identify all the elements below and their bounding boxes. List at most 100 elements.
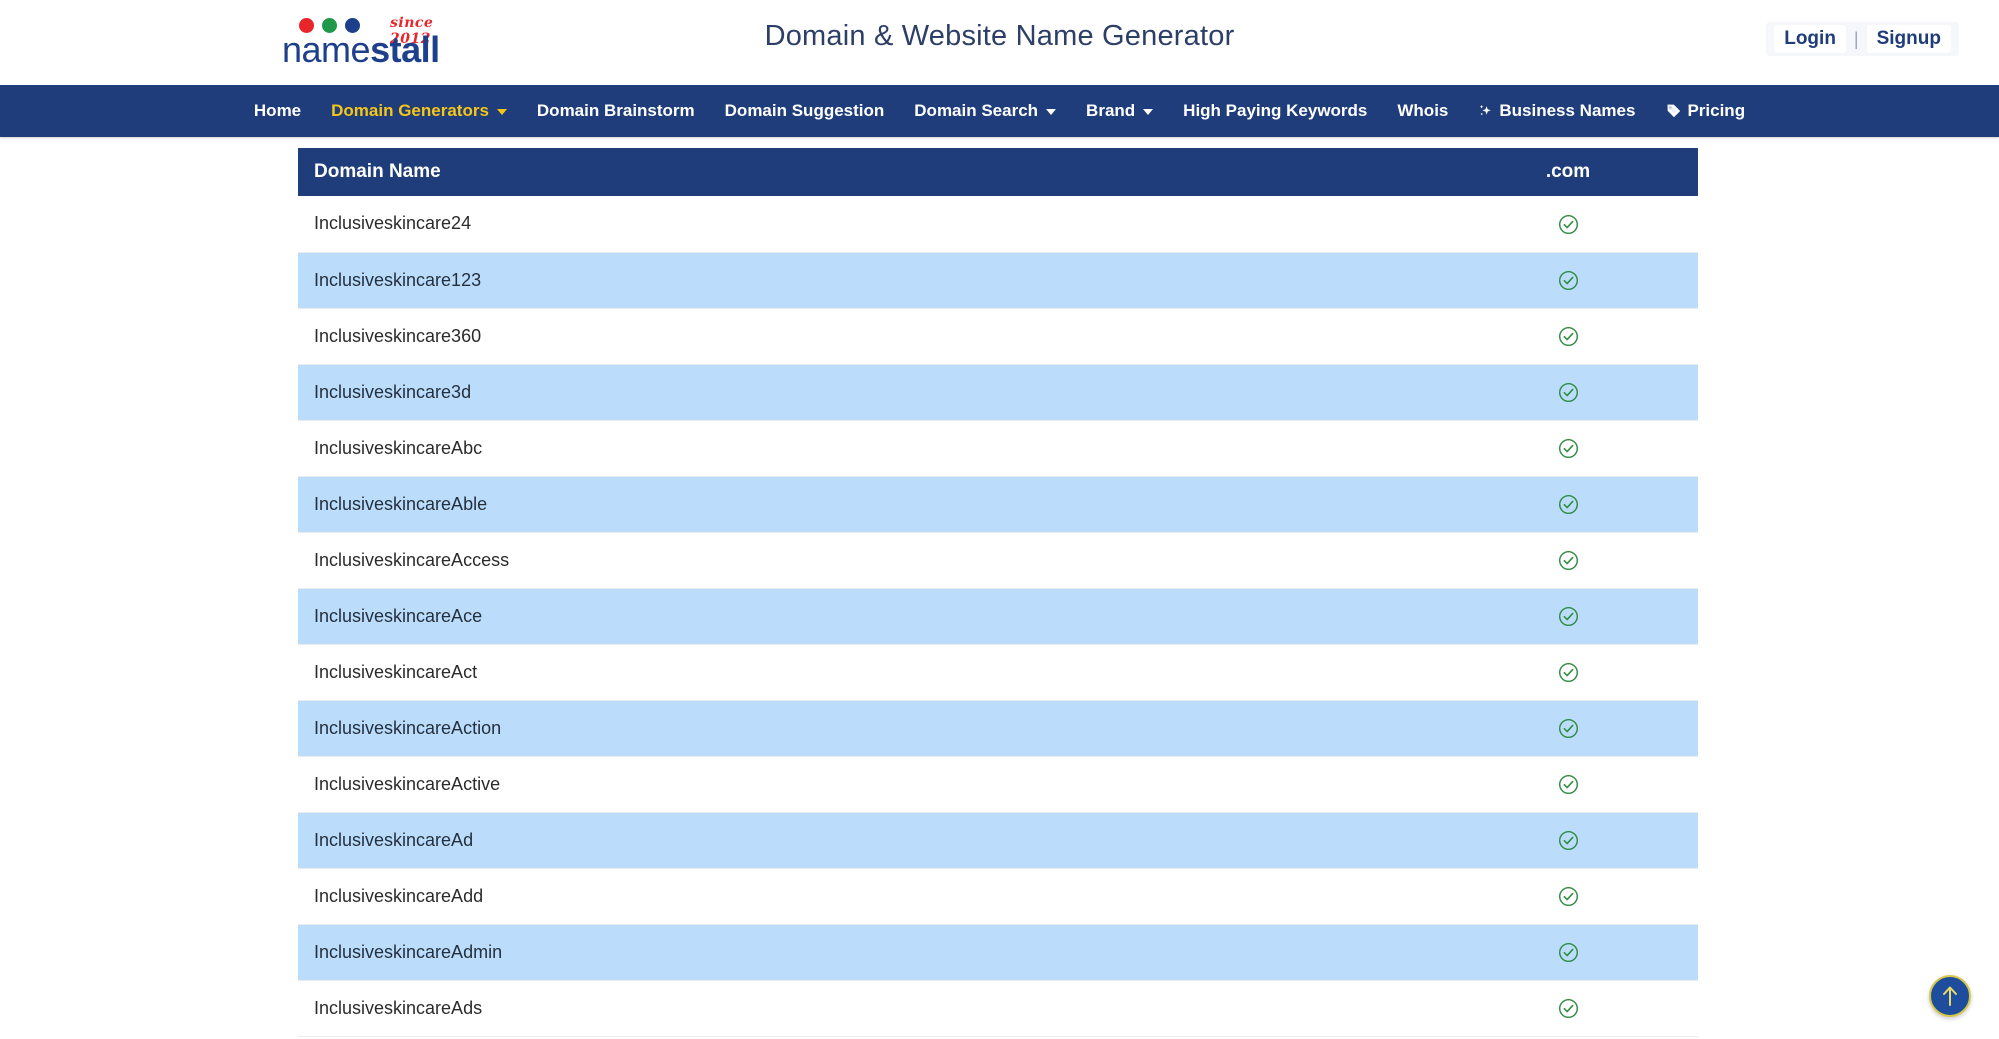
table-row[interactable]: InclusiveskincareAd [298,812,1698,868]
domain-name-cell: InclusiveskincareAccess [298,532,1438,588]
table-row[interactable]: InclusiveskincareAdd [298,868,1698,924]
available-check-icon [1558,606,1579,627]
site-header: since 2012 namestall Domain & Website Na… [0,0,1999,85]
available-check-icon [1558,942,1579,963]
nav-item-business-names[interactable]: Business Names [1463,85,1650,137]
nav-item-domain-generators[interactable]: Domain Generators [316,85,522,137]
nav-item-pricing[interactable]: Pricing [1650,85,1760,137]
nav-item-domain-suggestion[interactable]: Domain Suggestion [710,85,900,137]
table-row[interactable]: InclusiveskincareAds [298,980,1698,1036]
nav-item-label: Domain Generators [331,85,489,137]
auth-separator: | [1854,29,1859,50]
table-row[interactable]: Inclusiveskincare24 [298,196,1698,252]
table-row[interactable]: InclusiveskincareAble [298,476,1698,532]
tag-icon [1665,103,1682,120]
main-navigation: Home Domain Generators Domain Brainstorm Do… [0,85,1999,137]
nav-item-high-paying-keywords[interactable]: High Paying Keywords [1168,85,1382,137]
table-row[interactable]: InclusiveskincareActive [298,756,1698,812]
nav-item-domain-search[interactable]: Domain Search [899,85,1071,137]
com-availability-cell[interactable] [1438,588,1698,644]
table-row[interactable]: InclusiveskincareAccess [298,532,1698,588]
domain-name-cell: InclusiveskincareAce [298,588,1438,644]
domain-name-cell: InclusiveskincareAdmin [298,924,1438,980]
domain-name-cell: InclusiveskincareAction [298,700,1438,756]
com-availability-cell[interactable] [1438,252,1698,308]
available-check-icon [1558,494,1579,515]
com-availability-cell[interactable] [1438,756,1698,812]
domain-name-cell: Inclusiveskincare24 [298,196,1438,252]
available-check-icon [1558,830,1579,851]
chevron-down-icon [497,109,507,115]
available-check-icon [1558,774,1579,795]
domain-name-cell: InclusiveskincareAct [298,644,1438,700]
domain-name-cell: InclusiveskincareAds [298,980,1438,1036]
domain-results-table: Domain Name .com Inclusiveskincare24Incl… [298,148,1698,1037]
domain-name-cell: InclusiveskincareAble [298,476,1438,532]
available-check-icon [1558,438,1579,459]
available-check-icon [1558,214,1579,235]
table-row[interactable]: InclusiveskincareAct [298,644,1698,700]
available-check-icon [1558,662,1579,683]
nav-items-container: Home Domain Generators Domain Brainstorm Do… [239,85,1760,137]
com-availability-cell[interactable] [1438,868,1698,924]
com-availability-cell[interactable] [1438,812,1698,868]
nav-item-whois[interactable]: Whois [1382,85,1463,137]
chevron-down-icon [1046,109,1056,115]
available-check-icon [1558,718,1579,739]
table-header-row: Domain Name .com [298,148,1698,196]
arrow-up-icon [1940,985,1960,1007]
available-check-icon [1558,886,1579,907]
domain-name-cell: Inclusiveskincare3d [298,364,1438,420]
domain-name-cell: Inclusiveskincare123 [298,252,1438,308]
chevron-down-icon [1143,109,1153,115]
available-check-icon [1558,326,1579,347]
table-row[interactable]: InclusiveskincareAction [298,700,1698,756]
domain-name-cell: InclusiveskincareAbc [298,420,1438,476]
table-body: Inclusiveskincare24Inclusiveskincare123I… [298,196,1698,1036]
table-row[interactable]: Inclusiveskincare3d [298,364,1698,420]
domain-name-cell: Inclusiveskincare360 [298,308,1438,364]
available-check-icon [1558,382,1579,403]
com-availability-cell[interactable] [1438,980,1698,1036]
com-availability-cell[interactable] [1438,308,1698,364]
nav-item-label: Home [254,85,301,137]
com-availability-cell[interactable] [1438,700,1698,756]
nav-item-home[interactable]: Home [239,85,316,137]
nav-item-label: Domain Suggestion [725,85,885,137]
table-row[interactable]: Inclusiveskincare360 [298,308,1698,364]
scroll-to-top-button[interactable] [1929,975,1971,1017]
nav-item-label: Domain Brainstorm [537,85,695,137]
com-availability-cell[interactable] [1438,644,1698,700]
domain-name-cell: InclusiveskincareAdd [298,868,1438,924]
signup-button[interactable]: Signup [1867,25,1951,53]
nav-item-label: Pricing [1687,85,1745,137]
nav-item-label: Whois [1397,85,1448,137]
com-availability-cell[interactable] [1438,196,1698,252]
domain-name-cell: InclusiveskincareActive [298,756,1438,812]
table-row[interactable]: Inclusiveskincare123 [298,252,1698,308]
column-header-domain-name: Domain Name [298,148,1438,196]
nav-item-label: Business Names [1499,85,1635,137]
com-availability-cell[interactable] [1438,476,1698,532]
nav-item-label: High Paying Keywords [1183,85,1367,137]
com-availability-cell[interactable] [1438,924,1698,980]
sparkle-icon [1478,103,1494,119]
table-row[interactable]: InclusiveskincareAbc [298,420,1698,476]
com-availability-cell[interactable] [1438,532,1698,588]
nav-item-brand[interactable]: Brand [1071,85,1168,137]
nav-item-label: Brand [1086,85,1135,137]
available-check-icon [1558,998,1579,1019]
auth-controls: Login | Signup [1766,22,1959,56]
table-header: Domain Name .com [298,148,1698,196]
nav-item-label: Domain Search [914,85,1038,137]
domain-name-cell: InclusiveskincareAd [298,812,1438,868]
available-check-icon [1558,270,1579,291]
table-row[interactable]: InclusiveskincareAdmin [298,924,1698,980]
nav-item-domain-brainstorm[interactable]: Domain Brainstorm [522,85,710,137]
login-button[interactable]: Login [1774,25,1846,53]
com-availability-cell[interactable] [1438,364,1698,420]
column-header-com: .com [1438,148,1698,196]
table-row[interactable]: InclusiveskincareAce [298,588,1698,644]
com-availability-cell[interactable] [1438,420,1698,476]
available-check-icon [1558,550,1579,571]
